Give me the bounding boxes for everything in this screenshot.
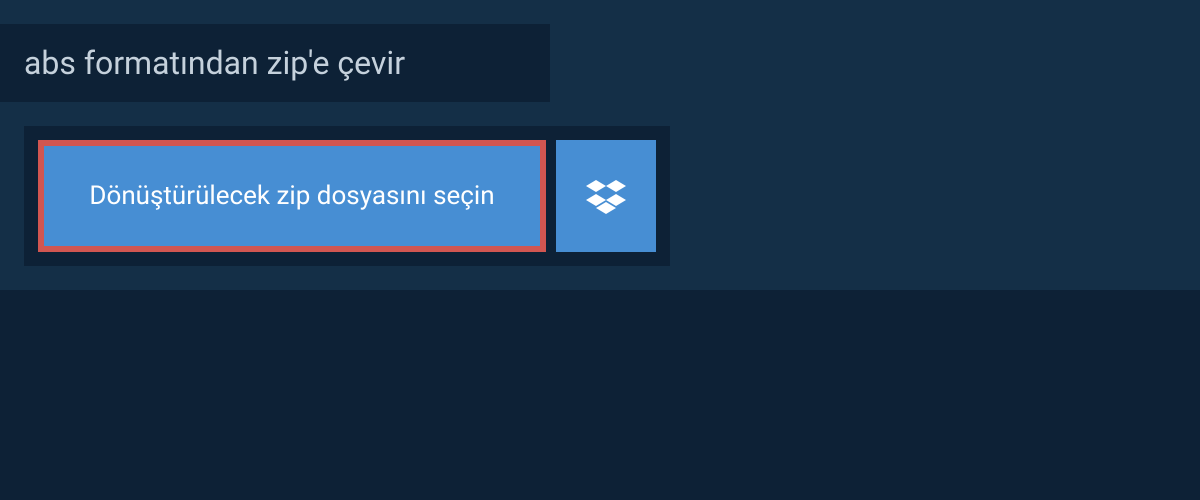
main-container: abs formatından zip'e çevir Dönüştürülec… (0, 0, 1200, 500)
dropbox-button[interactable] (556, 140, 656, 252)
page-title: abs formatından zip'e çevir (24, 44, 405, 82)
select-file-button[interactable]: Dönüştürülecek zip dosyasını seçin (38, 140, 546, 252)
select-file-label: Dönüştürülecek zip dosyasını seçin (89, 181, 494, 211)
dropbox-icon (586, 176, 626, 216)
button-panel: Dönüştürülecek zip dosyasını seçin (24, 126, 670, 266)
title-bar: abs formatından zip'e çevir (0, 24, 550, 102)
bottom-panel (0, 290, 1200, 500)
